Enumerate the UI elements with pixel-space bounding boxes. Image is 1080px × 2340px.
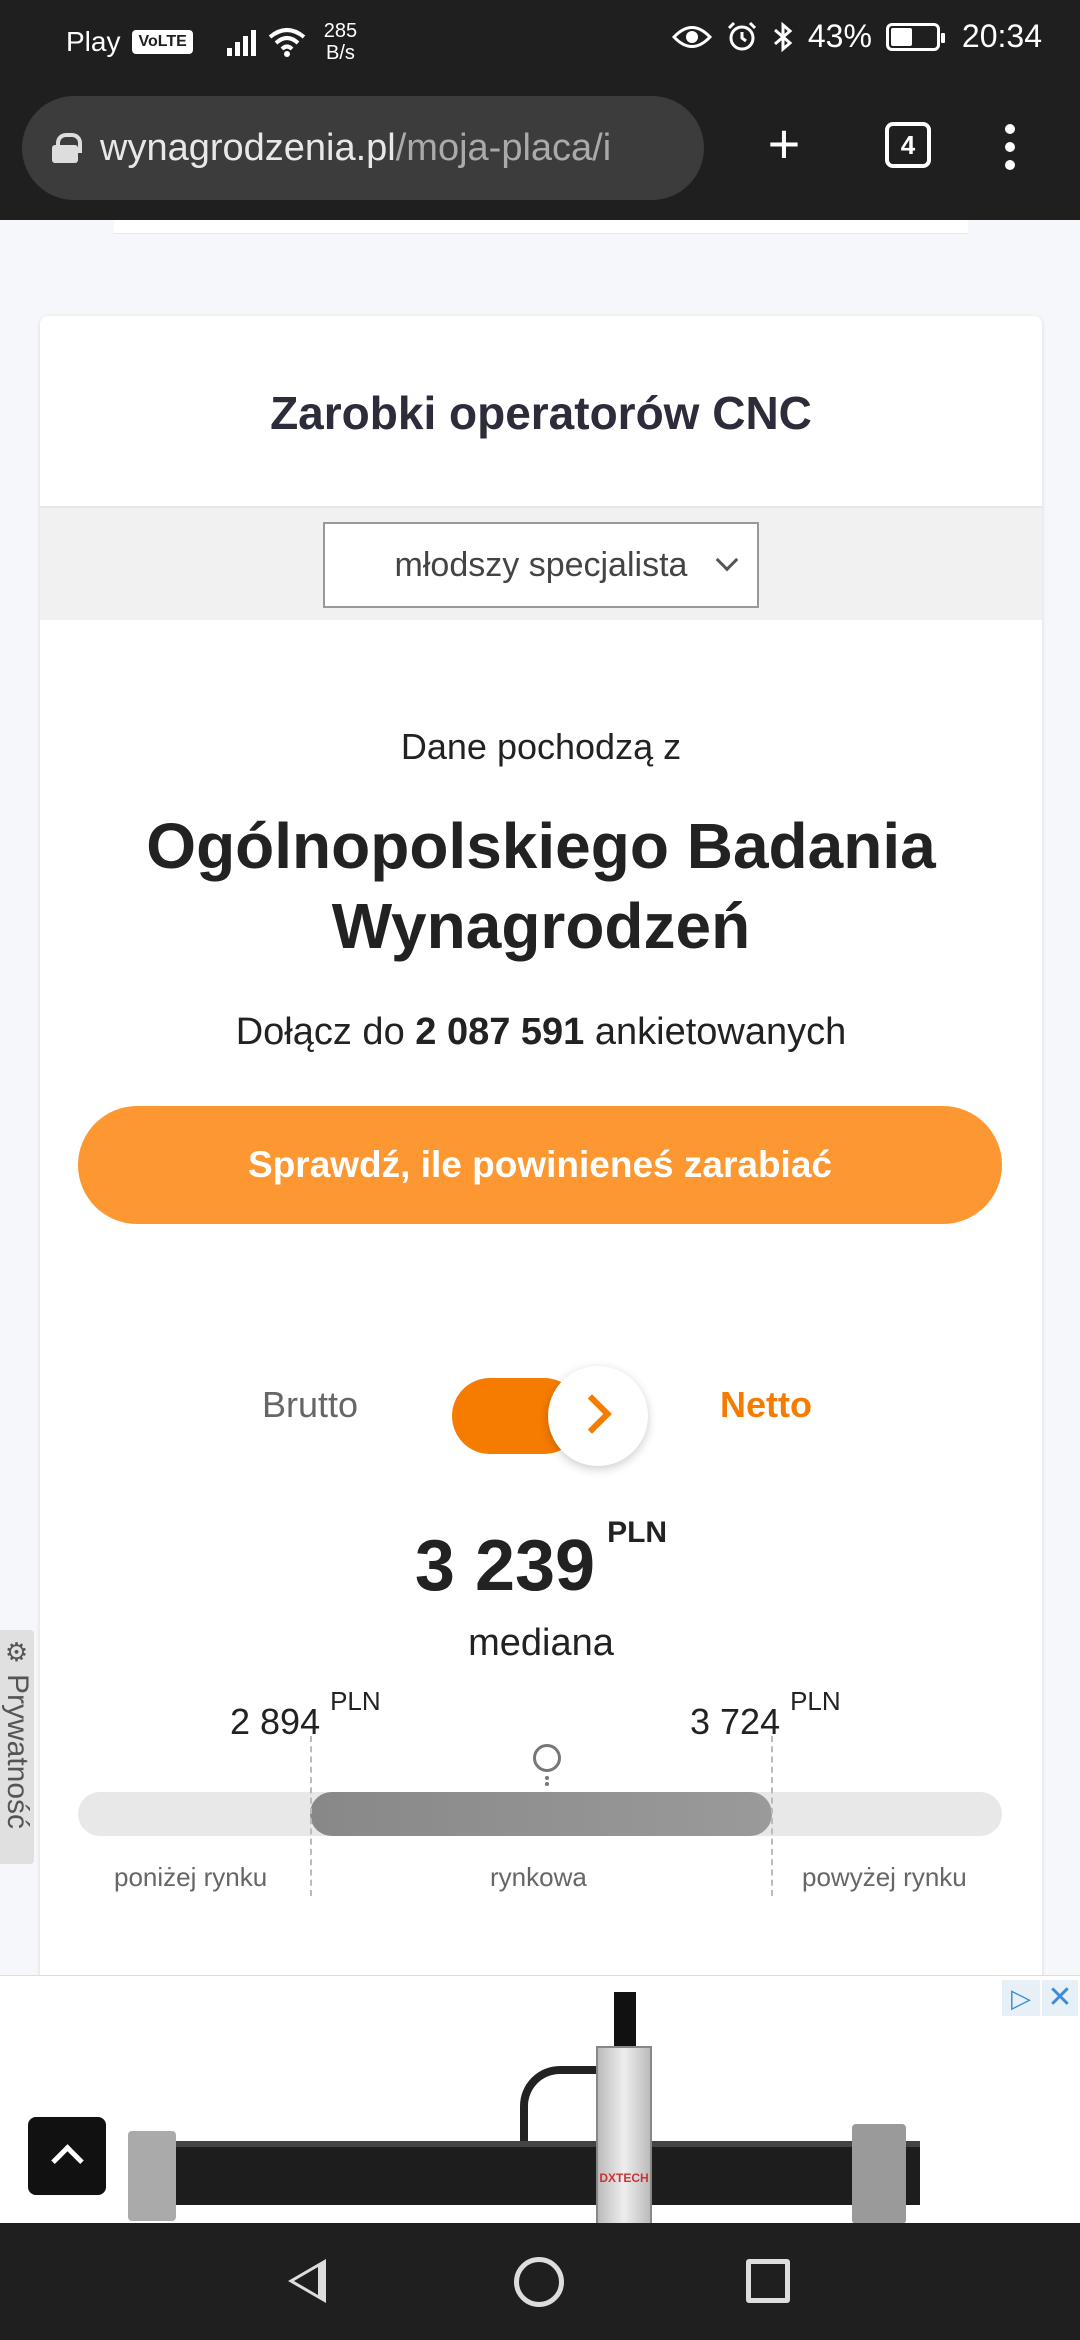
- tab-switcher-button[interactable]: 4: [885, 122, 931, 168]
- alarm-icon: [727, 21, 756, 50]
- join-prefix: Dołącz do: [235, 1011, 405, 1053]
- url-bar[interactable]: wynagrodzenia.pl/moja-placa/i: [22, 96, 704, 200]
- survey-name-line2: Wynagrodzeń: [331, 890, 751, 962]
- machine-rail: [130, 2141, 920, 2205]
- respondent-count: 2 087 591: [415, 1011, 585, 1053]
- ad-choices-icon[interactable]: ▷: [1002, 1980, 1040, 2016]
- signal-icon: [226, 28, 256, 56]
- battery-percent: 43%: [807, 18, 872, 54]
- gross-label[interactable]: Brutto: [262, 1384, 358, 1426]
- wifi-icon: [268, 28, 306, 57]
- url-path: /moja-placa/i: [395, 126, 612, 169]
- card-title: Zarobki operatorów CNC: [270, 387, 812, 439]
- check-salary-button[interactable]: Sprawdź, ile powinieneś zarabiać: [78, 1106, 1002, 1224]
- experience-level-select[interactable]: młodszy specjalista: [323, 522, 759, 608]
- machine-rail-end-left: [128, 2131, 176, 2221]
- upper-bound-value: 3 724: [690, 1701, 781, 1742]
- gear-icon: ⚙: [2, 1638, 33, 1668]
- zone-above-market: powyżej rynku: [802, 1862, 967, 1892]
- url-text: wynagrodzenia.pl/moja-placa/i: [100, 127, 611, 170]
- median-label: mediana: [468, 1622, 614, 1664]
- machine-tower: [596, 2046, 652, 2223]
- more-options-icon[interactable]: [1000, 124, 1020, 178]
- home-icon[interactable]: [514, 2257, 564, 2307]
- recents-icon[interactable]: [746, 2259, 790, 2303]
- select-value: młodszy specjalista: [394, 545, 688, 584]
- machine-brand: DXTECH: [599, 2171, 649, 2185]
- market-range-bar: [310, 1792, 772, 1836]
- lower-bound: 2 894 PLN: [230, 1686, 381, 1743]
- machine-tower-top: [614, 1992, 636, 2052]
- web-page: Zarobki operatorów CNC młodszy specjalis…: [0, 220, 1080, 1975]
- data-source-text: Dane pochodzą z: [400, 726, 682, 767]
- net-speed-value: 285: [323, 20, 358, 42]
- lower-bound-value: 2 894: [230, 1701, 321, 1742]
- ad-banner[interactable]: ▷ ✕ DXTECH: [0, 1975, 1080, 2223]
- join-text: Dołącz do 2 087 591 ankietowanych: [40, 1011, 1042, 1054]
- privacy-label: Prywatność: [1, 1674, 34, 1830]
- browser-toolbar: wynagrodzenia.pl/moja-placa/i + 4: [0, 78, 1080, 220]
- net-speed-unit: B/s: [326, 42, 355, 64]
- upper-divider: [771, 1736, 773, 1896]
- machine-rail-end-right: [852, 2124, 906, 2223]
- previous-section-edge: [114, 220, 968, 234]
- lower-divider: [310, 1736, 312, 1896]
- battery-icon: [885, 22, 945, 51]
- clock: 20:34: [961, 18, 1042, 54]
- chevron-down-icon: [715, 548, 739, 572]
- status-bar: Play VoLTE 285 B/s 43% 20:34: [0, 0, 1080, 78]
- upper-bound-currency: PLN: [790, 1686, 841, 1716]
- salary-card: Zarobki operatorów CNC młodszy specjalis…: [40, 316, 1042, 1975]
- level-select-band: młodszy specjalista: [40, 506, 1042, 620]
- median-salary: 3 239 PLN: [40, 1516, 1042, 1607]
- lower-bound-currency: PLN: [330, 1686, 381, 1716]
- survey-name: Ogólnopolskiego Badania Wynagrodzeń: [40, 806, 1042, 966]
- status-right: 43% 20:34: [671, 18, 1042, 55]
- chevron-right-icon[interactable]: [548, 1366, 648, 1466]
- lock-icon: [52, 133, 82, 163]
- status-left: Play VoLTE 285 B/s: [66, 20, 357, 64]
- privacy-settings-tab[interactable]: ⚙ Prywatność: [0, 1630, 34, 1864]
- upper-bound: 3 724 PLN: [690, 1686, 841, 1743]
- ad-close-icon[interactable]: ✕: [1042, 1980, 1078, 2016]
- zone-below-market: poniżej rynku: [114, 1862, 268, 1892]
- new-tab-button[interactable]: +: [752, 114, 816, 174]
- eye-icon: [671, 25, 712, 48]
- carrier-name: Play: [66, 26, 121, 57]
- median-marker-line: [545, 1776, 549, 1786]
- scroll-to-top-button[interactable]: [28, 2117, 106, 2195]
- survey-name-line1: Ogólnopolskiego Badania: [146, 810, 936, 882]
- net-speed: 285 B/s: [324, 20, 357, 64]
- gross-net-toggle-row: Brutto Netto: [40, 1356, 1042, 1466]
- volte-badge: VoLTE: [132, 30, 193, 54]
- back-icon[interactable]: [288, 2259, 326, 2303]
- join-suffix: ankietowanych: [594, 1011, 847, 1053]
- zone-market: rynkowa: [490, 1862, 587, 1892]
- bluetooth-icon: [773, 21, 793, 52]
- url-host: wynagrodzenia.pl: [100, 126, 396, 169]
- median-currency: PLN: [607, 1516, 668, 1549]
- net-label[interactable]: Netto: [720, 1384, 812, 1426]
- median-value: 3 239: [414, 1526, 596, 1606]
- median-marker: [533, 1744, 561, 1772]
- system-nav-bar: [0, 2223, 1080, 2340]
